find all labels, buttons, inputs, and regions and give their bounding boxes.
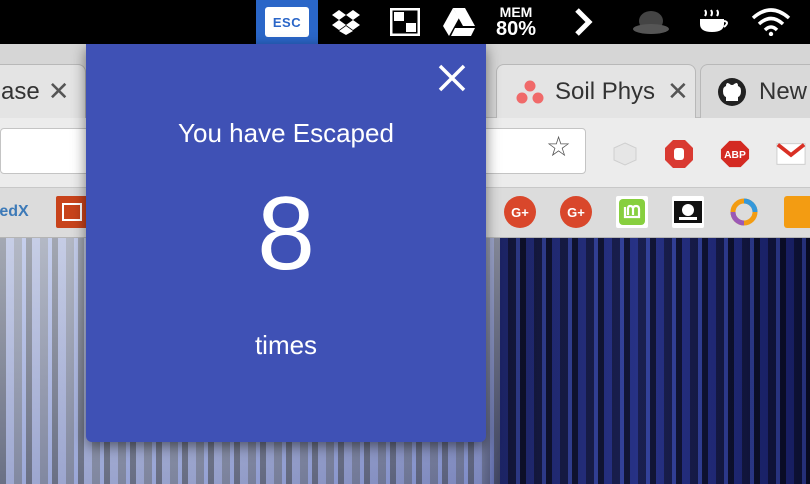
mem-label: MEM	[499, 4, 533, 20]
esc-extension-icon: ESC	[265, 7, 309, 37]
bookmark-edx[interactable]: edX	[0, 196, 34, 228]
tab-soil-physics[interactable]: Soil Phys ✕	[496, 64, 696, 118]
tab-title: Soil Phys	[555, 77, 656, 105]
close-icon	[438, 64, 466, 92]
dropbox-icon[interactable]	[330, 0, 362, 44]
stop-hand-extension-icon[interactable]	[664, 140, 694, 168]
wifi-icon[interactable]	[748, 0, 794, 44]
bookmark-google-plus-1[interactable]: G+	[504, 196, 536, 228]
bookmark-linux-mint-icon[interactable]	[616, 196, 648, 228]
tab-github[interactable]: New	[700, 64, 810, 118]
google-drive-icon[interactable]	[442, 0, 476, 44]
menu-bar: ESC MEM 80%	[0, 0, 810, 44]
svg-text:ABP: ABP	[724, 150, 746, 161]
gmail-icon[interactable]	[776, 140, 806, 168]
bookmark-google-plus-2[interactable]: G+	[560, 196, 592, 228]
escape-count: 8	[257, 176, 315, 292]
bookmark-app-icon[interactable]	[56, 196, 88, 228]
coffee-cup-icon[interactable]	[694, 0, 732, 44]
memory-monitor-icon[interactable]: MEM 80%	[486, 0, 546, 44]
tab-previous[interactable]: ase ✕	[0, 64, 86, 118]
esc-extension-button[interactable]: ESC	[256, 0, 318, 44]
tab-title: ase	[1, 77, 40, 105]
bookmark-orange-icon[interactable]	[784, 196, 810, 228]
close-button[interactable]	[436, 62, 468, 94]
bookmark-pirate-icon[interactable]	[672, 196, 704, 228]
popup-heading: You have Escaped	[178, 118, 394, 148]
cube-extension-icon[interactable]	[610, 140, 640, 168]
adblock-plus-icon[interactable]: ABP	[720, 140, 750, 168]
mem-value: 80%	[495, 18, 537, 40]
window-switch-icon[interactable]	[388, 0, 422, 44]
asana-icon	[516, 80, 544, 103]
hat-icon[interactable]	[630, 0, 672, 44]
github-icon	[718, 77, 746, 106]
count-unit: times	[254, 330, 318, 360]
chevron-right-icon[interactable]	[570, 0, 596, 44]
bookmark-star-icon[interactable]: ☆	[546, 130, 571, 163]
tab-close-icon[interactable]: ✕	[667, 76, 689, 107]
tab-title: New	[759, 77, 808, 105]
tab-close-icon[interactable]: ✕	[48, 76, 70, 107]
escape-counter-popup: You have Escaped 8 times	[86, 44, 486, 442]
bookmark-ring-icon[interactable]	[728, 196, 760, 228]
